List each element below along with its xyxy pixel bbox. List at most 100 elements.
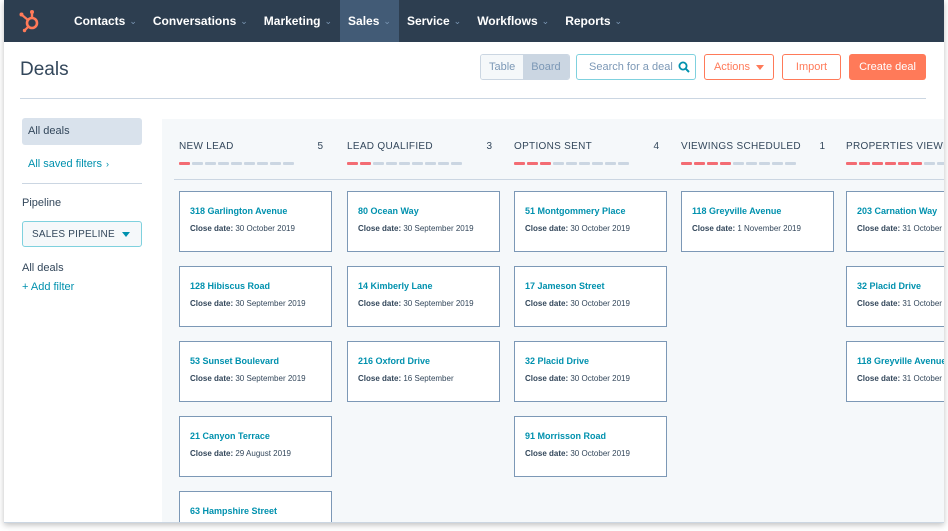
progress-segment [579, 162, 590, 165]
nav-item-service[interactable]: Service ⌄ [399, 0, 469, 42]
deal-card[interactable]: 32 Placid Drive Close date: 31 October 20… [846, 266, 944, 327]
column-name: PROPERTIES VIEWED [846, 141, 944, 152]
create-deal-button[interactable]: Create deal [849, 54, 926, 80]
deal-card[interactable]: 203 Carnation Way Close date: 31 October … [846, 191, 944, 252]
close-date-label: Close date: [358, 224, 402, 233]
deal-card[interactable]: 21 Canyon Terrace Close date: 29 August 2… [179, 416, 332, 477]
deal-close-date: Close date: 30 October 2019 [525, 299, 630, 308]
deal-card[interactable]: 128 Hibiscus Road Close date: 30 Septembe… [179, 266, 332, 327]
deal-card-title[interactable]: 216 Oxford Drive [358, 356, 430, 366]
table-view-button[interactable]: Table [481, 55, 524, 79]
column-name: OPTIONS SENT [514, 141, 593, 152]
progress-segment [785, 162, 796, 165]
column-header: PROPERTIES VIEWED [846, 138, 944, 178]
close-date-value: 30 September 2019 [235, 374, 306, 383]
deal-card-title[interactable]: 32 Placid Drive [857, 281, 921, 291]
column-header: NEW LEAD 5 [179, 138, 323, 178]
deal-card[interactable]: 118 Greyville Avenue Close date: 31 Octob… [846, 341, 944, 402]
sidebar-all-deals[interactable]: All deals [22, 118, 142, 145]
import-button[interactable]: Import [782, 54, 841, 80]
deal-card-title[interactable]: 21 Canyon Terrace [190, 431, 270, 441]
deal-card-title[interactable]: 80 Ocean Way [358, 206, 419, 216]
hubspot-sprocket-icon[interactable] [4, 0, 56, 42]
deal-card[interactable]: 318 Garlington Avenue Close date: 30 Octo… [179, 191, 332, 252]
nav-item-label: Conversations [152, 14, 237, 28]
progress-segment [553, 162, 564, 165]
board-view-button[interactable]: Board [523, 55, 569, 79]
deal-card[interactable]: 216 Oxford Drive Close date: 16 September [347, 341, 500, 402]
deal-search-input[interactable]: Search for a deal [576, 54, 696, 80]
deal-card[interactable]: 51 Montgommery Place Close date: 30 Octob… [514, 191, 667, 252]
deal-card-title[interactable]: 118 Greyville Avenue [857, 356, 944, 366]
deal-card[interactable]: 80 Ocean Way Close date: 30 September 201… [347, 191, 500, 252]
deal-card[interactable]: 91 Morrisson Road Close date: 30 October … [514, 416, 667, 477]
pipeline-select[interactable]: SALES PIPELINE [22, 221, 142, 247]
progress-segment [386, 162, 397, 165]
search-icon[interactable] [673, 61, 695, 73]
all-saved-filters-link[interactable]: All saved filters › [28, 158, 109, 170]
progress-segment [694, 162, 705, 165]
close-date-value: 30 September 2019 [235, 299, 306, 308]
progress-segment [681, 162, 692, 165]
progress-segment [412, 162, 423, 165]
column-header: OPTIONS SENT 4 [514, 138, 659, 178]
close-date-value: 30 October 2019 [235, 224, 295, 233]
deal-card[interactable]: 17 Jameson Street Close date: 30 October … [514, 266, 667, 327]
progress-segment [707, 162, 718, 165]
close-date-label: Close date: [358, 299, 402, 308]
nav-item-reports[interactable]: Reports ⌄ [557, 0, 630, 42]
close-date-label: Close date: [692, 224, 736, 233]
nav-item-sales[interactable]: Sales ⌄ [340, 0, 399, 42]
chevron-down-icon: ⌄ [129, 15, 137, 26]
close-date-value: 30 October 2019 [570, 449, 630, 458]
progress-segment [872, 162, 883, 165]
deal-card[interactable]: 63 Hampshire Street [179, 491, 332, 522]
close-date-label: Close date: [190, 224, 234, 233]
actions-button[interactable]: Actions [704, 54, 774, 80]
close-date-value: 30 October 2019 [570, 299, 630, 308]
close-date-value: 31 October 2019 [902, 374, 944, 383]
nav-item-marketing[interactable]: Marketing ⌄ [256, 0, 340, 42]
column-count: 4 [653, 141, 659, 152]
column-name: NEW LEAD [179, 141, 234, 152]
progress-segment [885, 162, 896, 165]
deal-card-title[interactable]: 14 Kimberly Lane [358, 281, 433, 291]
deal-close-date: Close date: 30 October 2019 [525, 224, 630, 233]
progress-segment [192, 162, 203, 165]
deal-card-title[interactable]: 128 Hibiscus Road [190, 281, 270, 291]
deal-card-title[interactable]: 32 Placid Drive [525, 356, 589, 366]
deal-card-title[interactable]: 51 Montgommery Place [525, 206, 626, 216]
progress-segment [592, 162, 603, 165]
deal-card-title[interactable]: 91 Morrisson Road [525, 431, 606, 441]
actions-label: Actions [713, 61, 751, 73]
deal-card-title[interactable]: 17 Jameson Street [525, 281, 605, 291]
close-date-value: 30 October 2019 [570, 374, 630, 383]
nav-item-label: Workflows [477, 14, 538, 28]
progress-segment [566, 162, 577, 165]
progress-segment [846, 162, 857, 165]
deal-close-date: Close date: 30 October 2019 [525, 374, 630, 383]
deal-card[interactable]: 118 Greyville Avenue Close date: 1 Novemb… [681, 191, 834, 252]
nav-item-conversations[interactable]: Conversations ⌄ [145, 0, 256, 42]
deal-card[interactable]: 53 Sunset Boulevard Close date: 30 Septem… [179, 341, 332, 402]
stage-progress-bar [681, 162, 796, 165]
nav-item-label: Marketing [263, 14, 321, 28]
stage-progress-bar [179, 162, 294, 165]
deal-card-title[interactable]: 63 Hampshire Street [190, 506, 277, 516]
deal-close-date: Close date: 16 September [358, 374, 454, 383]
nav-item-workflows[interactable]: Workflows ⌄ [469, 0, 557, 42]
column-name: LEAD QUALIFIED [347, 141, 433, 152]
deal-card[interactable]: 14 Kimberly Lane Close date: 30 September… [347, 266, 500, 327]
deal-card-title[interactable]: 118 Greyville Avenue [692, 206, 781, 216]
deal-card[interactable]: 32 Placid Drive Close date: 30 October 20… [514, 341, 667, 402]
progress-segment [451, 162, 462, 165]
deal-card-title[interactable]: 203 Carnation Way [857, 206, 937, 216]
deal-card-title[interactable]: 318 Garlington Avenue [190, 206, 287, 216]
progress-segment [179, 162, 190, 165]
close-date-label: Close date: [525, 299, 569, 308]
add-filter-link[interactable]: + Add filter [22, 281, 74, 293]
deal-close-date: Close date: 30 September 2019 [358, 224, 474, 233]
deal-card-title[interactable]: 53 Sunset Boulevard [190, 356, 279, 366]
nav-item-contacts[interactable]: Contacts ⌄ [66, 0, 145, 42]
caret-down-icon [121, 231, 130, 237]
